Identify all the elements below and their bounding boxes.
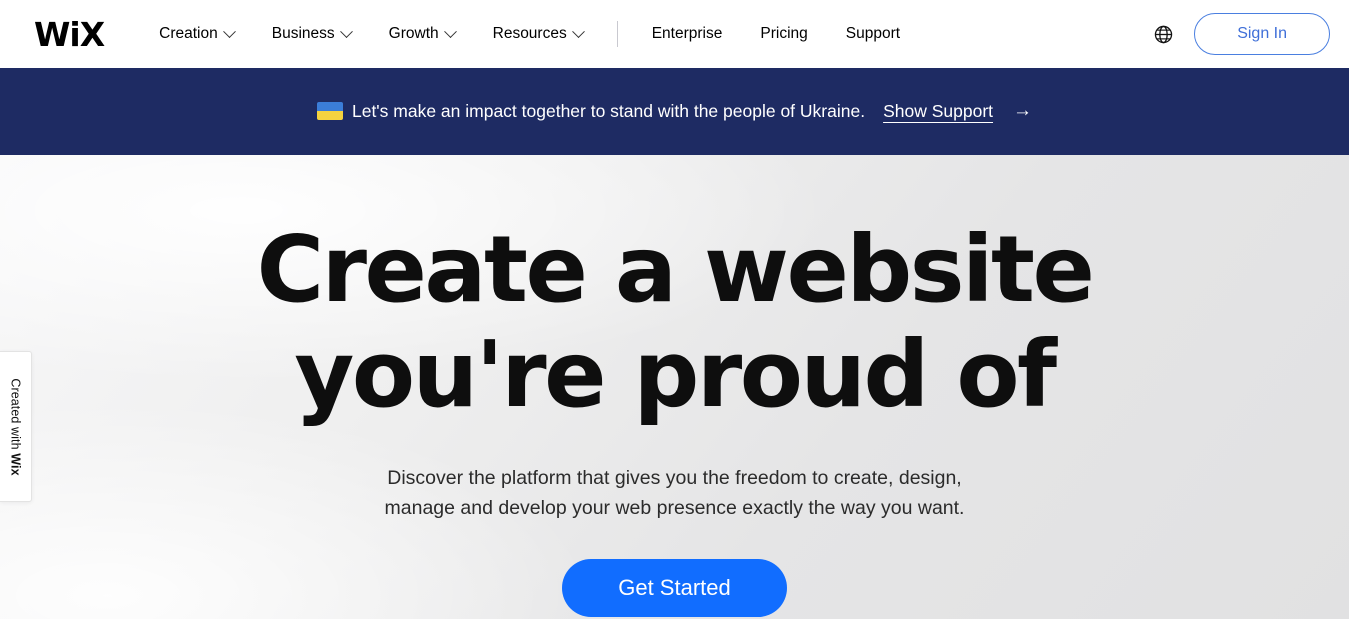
show-support-link[interactable]: Show Support [883,101,993,122]
wix-homepage: WiX Creation Business Growth Resources E… [0,0,1349,619]
nav-item-pricing-label: Pricing [760,25,808,42]
nav-item-growth[interactable]: Growth [370,0,474,68]
wix-logo[interactable]: WiX [34,14,105,54]
cta-container: Get Started [0,559,1349,618]
chevron-down-icon [222,24,236,38]
nav-item-resources[interactable]: Resources [474,0,602,68]
chevron-down-icon [443,24,457,38]
hero-content: Create a website you're proud of Discove… [0,155,1349,618]
hero-title-line1: Create a website [256,216,1095,323]
hero-subtitle: Discover the platform that gives you the… [0,463,1349,523]
site-header: WiX Creation Business Growth Resources E… [0,0,1349,68]
main-navigation: Creation Business Growth Resources Enter… [140,0,919,68]
chevron-down-icon [339,24,353,38]
globe-icon [1154,25,1172,43]
ukraine-support-banner: Let's make an impact together to stand w… [0,68,1349,155]
nav-divider [616,21,618,47]
banner-message: Let's make an impact together to stand w… [351,100,866,121]
chevron-down-icon [571,24,585,38]
nav-item-support[interactable]: Support [827,0,919,68]
nav-item-support-label: Support [845,25,901,42]
hero-title-line2: you're proud of [294,321,1057,428]
nav-item-creation[interactable]: Creation [140,0,253,68]
nav-item-enterprise-label: Enterprise [651,25,723,42]
nav-item-pricing[interactable]: Pricing [741,0,826,68]
sign-in-button[interactable]: Sign In [1194,13,1330,55]
nav-item-enterprise[interactable]: Enterprise [633,0,742,68]
get-started-button[interactable]: Get Started [562,559,787,618]
wix-brand-label: Wix [8,452,23,476]
created-with-prefix: Created with [8,377,23,453]
ukraine-flag-icon [316,102,343,121]
header-actions: Sign In [1146,13,1330,55]
arrow-right-icon[interactable]: → [1013,100,1032,123]
nav-item-business-label: Business [271,25,335,42]
hero-section: Create a website you're proud of Discove… [0,155,1349,619]
hero-subtitle-line1: Discover the platform that gives you the… [387,467,962,489]
created-with-wix-label: Created with Wix [9,378,23,475]
language-selector-button[interactable] [1146,17,1180,51]
banner-content: Let's make an impact together to stand w… [316,100,1032,123]
nav-item-growth-label: Growth [388,25,439,42]
nav-item-business[interactable]: Business [253,0,370,68]
created-with-wix-tab[interactable]: Created with Wix [0,351,32,502]
nav-item-resources-label: Resources [492,25,567,42]
nav-item-creation-label: Creation [159,25,218,42]
hero-subtitle-line2: manage and develop your web presence exa… [384,497,965,519]
wix-logo-text: WiX [34,14,105,54]
